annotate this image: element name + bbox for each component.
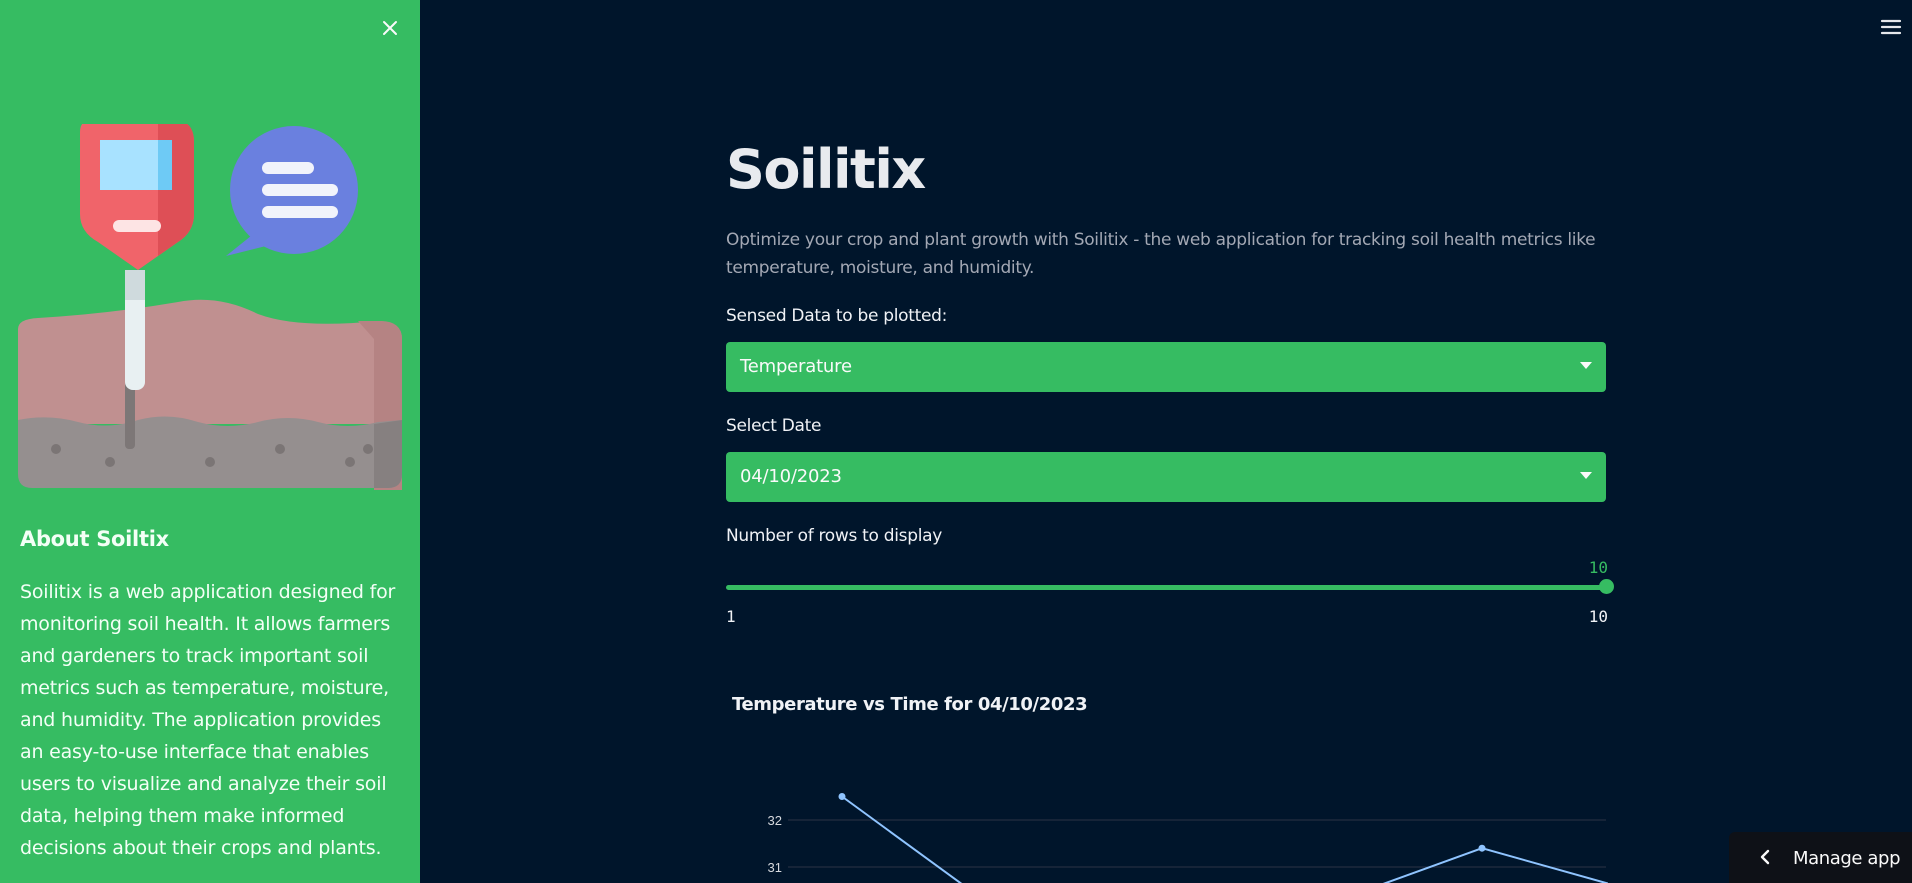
date-value: 04/10/2023 xyxy=(740,466,842,487)
rows-label: Number of rows to display xyxy=(726,526,942,546)
sensed-data-value: Temperature xyxy=(740,356,852,377)
y-tick-label: 31 xyxy=(768,860,782,875)
y-tick-label: 32 xyxy=(768,813,782,828)
slider-current-value: 10 xyxy=(1588,558,1608,577)
about-text: Soilitix is a web application designed f… xyxy=(20,581,396,859)
rows-slider-track[interactable] xyxy=(726,585,1606,590)
data-point xyxy=(838,793,846,800)
close-icon[interactable] xyxy=(376,14,404,42)
date-select[interactable]: 04/10/2023 xyxy=(726,452,1606,502)
chart-title: Temperature vs Time for 04/10/2023 xyxy=(732,694,1088,715)
temperature-line-chart: 32 31 xyxy=(768,793,1608,883)
manage-app-label: Manage app xyxy=(1793,848,1901,869)
rows-slider-thumb[interactable] xyxy=(1599,579,1614,594)
chevron-down-icon xyxy=(1580,472,1592,479)
manage-app-button[interactable]: Manage app xyxy=(1729,832,1912,883)
select-date-label: Select Date xyxy=(726,416,822,436)
slider-max-label: 10 xyxy=(1588,607,1608,626)
page-title: Soilitix xyxy=(726,138,926,201)
temperature-series-line xyxy=(841,795,1608,883)
slider-min-label: 1 xyxy=(726,607,736,626)
sensed-data-select[interactable]: Temperature xyxy=(726,342,1606,392)
sidebar: About Soiltix Soilitix is a web applicat… xyxy=(0,0,420,883)
chevron-down-icon xyxy=(1580,362,1592,369)
data-point xyxy=(1478,844,1486,852)
hamburger-menu-icon[interactable] xyxy=(1880,16,1902,38)
sensed-data-label: Sensed Data to be plotted: xyxy=(726,306,948,326)
page-subtitle: Optimize your crop and plant growth with… xyxy=(726,230,1596,278)
soil-sensor-illustration xyxy=(18,124,402,490)
chevron-left-icon xyxy=(1760,849,1770,865)
about-title: About Soiltix xyxy=(20,527,169,551)
